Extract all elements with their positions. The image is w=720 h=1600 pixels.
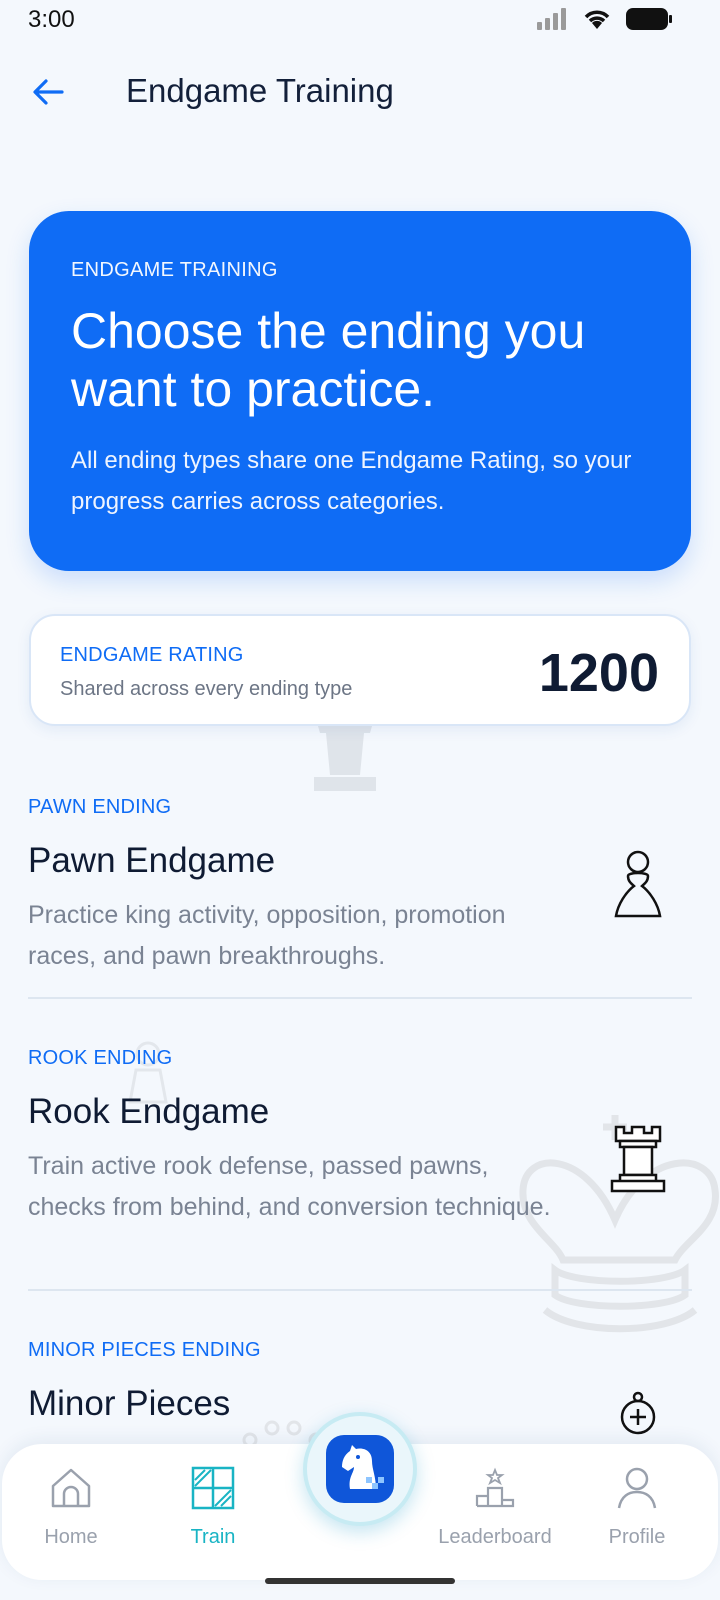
ending-item-rook[interactable]: ROOK ENDING Rook Endgame Train active ro… [28, 1047, 692, 1267]
knight-icon [326, 1435, 394, 1503]
nav-label: Leaderboard [438, 1526, 552, 1548]
home-icon [47, 1464, 95, 1512]
status-bar: 3:00 [0, 0, 720, 44]
signal-icon [537, 8, 566, 30]
back-arrow-icon [33, 79, 64, 105]
train-icon [189, 1464, 237, 1512]
nav-label: Home [44, 1526, 98, 1548]
ending-tag: PAWN ENDING [28, 796, 172, 818]
page-title: Endgame Training [126, 72, 394, 109]
nav-label: Train [190, 1526, 236, 1548]
hero-eyebrow: ENDGAME TRAINING [71, 259, 278, 281]
nav-item-leaderboard[interactable]: Leaderboard [430, 1464, 560, 1549]
nav-item-train[interactable]: Train [148, 1464, 278, 1549]
endgame-rating-card: ENDGAME RATING Shared across every endin… [29, 614, 691, 726]
divider [28, 1289, 692, 1291]
rating-value: 1200 [538, 643, 659, 703]
rating-subtitle: Shared across every ending type [60, 678, 353, 700]
rook-icon [610, 1125, 666, 1193]
battery-icon [626, 8, 672, 30]
ending-name: Rook Endgame [28, 1092, 270, 1131]
ending-name: Pawn Endgame [28, 841, 276, 880]
back-button[interactable] [28, 72, 68, 112]
status-time: 3:00 [28, 6, 75, 33]
profile-icon [613, 1464, 661, 1512]
ending-item-pawn[interactable]: PAWN ENDING Pawn Endgame Practice king a… [28, 796, 692, 972]
nav-item-home[interactable]: Home [6, 1464, 136, 1549]
pawn-icon [614, 850, 662, 918]
nav-item-profile[interactable]: Profile [572, 1464, 702, 1549]
wifi-icon [584, 10, 610, 29]
ending-description: Practice king activity, opposition, prom… [28, 901, 506, 970]
leaderboard-icon [471, 1464, 519, 1512]
ending-tag: MINOR PIECES ENDING [28, 1339, 261, 1361]
hero-card: ENDGAME TRAINING Choose the ending you w… [29, 211, 691, 571]
status-icons [536, 8, 672, 30]
divider [28, 997, 692, 999]
play-button[interactable] [303, 1412, 417, 1526]
home-indicator [265, 1578, 455, 1584]
ending-description: Train active rook defense, passed pawns,… [28, 1152, 551, 1221]
app-header: Endgame Training [0, 60, 720, 124]
background-rook-decoration [314, 719, 376, 791]
hero-title: Choose the ending you want to practice. [71, 303, 586, 417]
hero-description: All ending types share one Endgame Ratin… [71, 447, 632, 515]
nav-label: Profile [608, 1526, 666, 1548]
rating-label: ENDGAME RATING [60, 644, 244, 666]
ending-tag: ROOK ENDING [28, 1047, 173, 1069]
